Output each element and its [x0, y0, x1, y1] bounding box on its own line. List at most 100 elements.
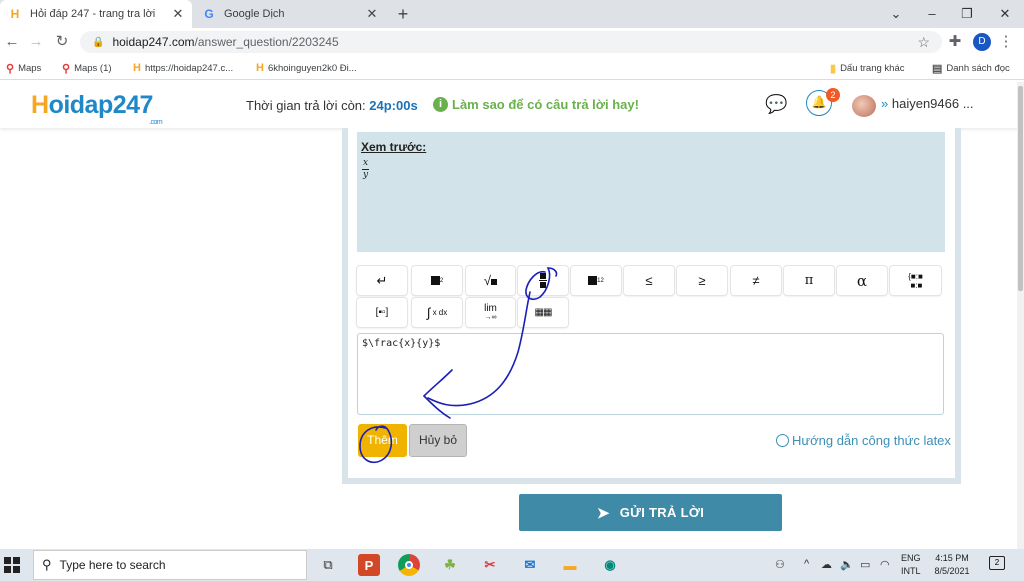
sqrt-button[interactable]: √	[466, 266, 515, 295]
user-menu[interactable]: » haiyen9466 ...	[881, 96, 974, 111]
close-tab-icon[interactable]: ✕	[170, 6, 186, 22]
tab-hoidap247[interactable]: H Hỏi đáp 247 - trang tra lời ✕	[0, 0, 192, 28]
newline-button[interactable]: ↵	[357, 266, 407, 295]
bookmarks-bar: ⚲ Maps ⚲ Maps (1) Hhttps://hoidap247.c... …	[0, 56, 1024, 80]
bookmark-maps-1[interactable]: ⚲ Maps (1)	[62, 60, 112, 76]
fraction-bottom-icon	[540, 282, 546, 288]
task-view-icon[interactable]: ⧉	[317, 554, 339, 576]
latex-input[interactable]	[357, 333, 944, 415]
timer-value: 24p:00s	[369, 98, 418, 113]
limit-button[interactable]: lim →∞	[466, 298, 515, 327]
pi-button[interactable]: π	[784, 266, 834, 295]
pi-icon: π	[804, 273, 814, 288]
other-bookmarks[interactable]: ▮ Dấu trang khác	[830, 60, 905, 76]
alpha-button[interactable]: α	[837, 266, 887, 295]
input-language-indicator[interactable]: ENG INTL	[901, 552, 921, 578]
lang-line-2: INTL	[901, 566, 921, 576]
app-icon-globe[interactable]: ◉	[599, 554, 621, 576]
piecewise-icon: {■:■ ■:■	[908, 271, 923, 290]
maps-pin-icon: ⚲	[6, 62, 15, 75]
bookmark-maps[interactable]: ⚲ Maps	[6, 60, 41, 76]
onedrive-icon[interactable]: ☁	[821, 558, 832, 571]
bookmark-star-icon[interactable]: ☆	[917, 34, 930, 51]
snipping-tool-icon[interactable]: ✂	[479, 554, 501, 576]
lock-icon: 🔒	[92, 36, 105, 48]
subscript-button[interactable]: 12	[571, 266, 621, 295]
latex-guide-link[interactable]: Hướng dẫn công thức latex	[776, 433, 951, 448]
fraction-button[interactable]	[518, 266, 568, 295]
scrollbar-thumb[interactable]	[1018, 86, 1023, 291]
taskbar-clock[interactable]: 4:15 PM 8/5/2021	[932, 552, 972, 578]
new-tab-button[interactable]: +	[393, 4, 413, 24]
superscript-icon	[430, 276, 440, 285]
logo-h: H	[31, 91, 49, 119]
reading-list[interactable]: ▤ Danh sách đọc	[932, 60, 1010, 76]
wifi-icon[interactable]: ◠	[880, 558, 890, 571]
matrix-icon: ▦▦	[534, 307, 553, 318]
fraction-numerator: x	[362, 158, 370, 170]
powerpoint-icon[interactable]: P	[358, 554, 380, 576]
menu-icon[interactable]: ⋮	[996, 32, 1016, 52]
clock-time: 4:15 PM	[935, 553, 969, 563]
info-icon: i	[433, 97, 448, 112]
logo-domain: .com	[149, 119, 163, 126]
matrix-button[interactable]: ▦▦	[518, 298, 568, 327]
good-answer-tip-link[interactable]: i Làm sao để có câu trả lời hay!	[433, 97, 639, 112]
piecewise-button[interactable]: {■:■ ■:■	[890, 266, 941, 295]
forward-icon[interactable]: →	[26, 32, 46, 52]
bookmark-label: Dấu trang khác	[840, 62, 905, 74]
close-window-button[interactable]: ✕	[993, 4, 1017, 24]
tab-search-icon[interactable]: ⌄	[884, 4, 908, 24]
windows-start-icon[interactable]	[4, 557, 20, 573]
taskbar-search-input[interactable]: ⚲ Type here to search	[33, 550, 307, 580]
action-center-icon[interactable]: 2	[989, 556, 1005, 570]
extensions-icon[interactable]: ✚	[945, 32, 965, 52]
maximize-button[interactable]: ❐	[955, 4, 979, 24]
bookmark-hoidap247[interactable]: Hhttps://hoidap247.c...	[133, 60, 233, 76]
mail-icon[interactable]: ✉	[519, 554, 541, 576]
integral-label: x dx	[432, 308, 448, 317]
submit-answer-button[interactable]: ➤ GỬI TRẢ LỜI	[519, 494, 782, 531]
sqrt-icon: √	[484, 273, 498, 288]
bracket-matrix-button[interactable]: [▪▫]	[357, 298, 407, 327]
site-logo[interactable]: Hoidap247 .com	[31, 91, 163, 126]
reload-icon[interactable]: ↻	[52, 32, 72, 52]
preview-fraction: x y	[362, 158, 370, 181]
browser-tab-strip: H Hỏi đáp 247 - trang tra lời ✕ G Google…	[0, 0, 1024, 28]
greater-equal-button[interactable]: ≥	[677, 266, 727, 295]
integral-button[interactable]: ∫ x dx	[412, 298, 462, 327]
alpha-icon: α	[856, 271, 868, 290]
cancel-button[interactable]: Hủy bỏ	[409, 424, 467, 457]
notification-badge: 2	[826, 88, 840, 102]
address-bar[interactable]: 🔒 hoidap247.com/answer_question/2203245 …	[80, 31, 942, 53]
chat-icon[interactable]: 💬	[765, 94, 787, 115]
people-icon[interactable]: ⚇	[775, 558, 785, 571]
minimize-button[interactable]: –	[920, 4, 944, 24]
profile-avatar[interactable]: D	[973, 33, 991, 51]
maps-pin-icon: ⚲	[62, 62, 71, 75]
close-tab-icon[interactable]: ✕	[364, 6, 380, 22]
superscript-button[interactable]: 2	[412, 266, 462, 295]
subscript-icon	[588, 276, 598, 285]
battery-icon[interactable]: ▭	[860, 558, 870, 571]
help-icon	[776, 434, 789, 447]
user-avatar[interactable]	[852, 95, 876, 117]
fraction-denominator: y	[362, 170, 369, 180]
fraction-bar-icon	[539, 280, 547, 281]
limit-label: lim	[484, 303, 497, 314]
app-icon-green[interactable]: ☘	[439, 554, 461, 576]
file-explorer-icon[interactable]: ▬	[559, 554, 581, 576]
preview-title: Xem trước:	[361, 140, 427, 154]
show-hidden-icons-chevron-icon[interactable]: ^	[804, 558, 809, 570]
bookmark-label: Danh sách đọc	[946, 62, 1010, 74]
volume-icon[interactable]: 🔈	[840, 558, 854, 571]
tab-google-translate[interactable]: G Google Dịch ✕	[194, 0, 386, 28]
back-icon[interactable]: ←	[2, 32, 22, 52]
less-equal-button[interactable]: ≤	[624, 266, 674, 295]
tab-title: Hỏi đáp 247 - trang tra lời	[30, 8, 156, 20]
chrome-icon[interactable]	[398, 554, 420, 576]
not-equal-button[interactable]: ≠	[731, 266, 781, 295]
tip-label: Làm sao để có câu trả lời hay!	[452, 97, 639, 112]
add-button[interactable]: Thêm	[358, 424, 407, 457]
bookmark-6khoinguyen[interactable]: H 6khoinguyen2k0 Đi...	[256, 60, 357, 76]
